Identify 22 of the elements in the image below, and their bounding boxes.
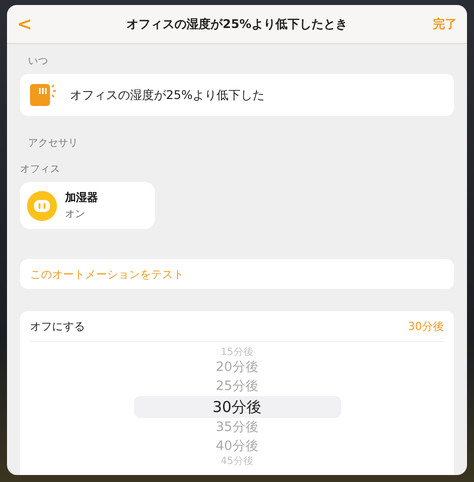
back-button[interactable]: < [17,14,57,34]
picker-option[interactable]: 15分後 [220,347,254,358]
accessory-tile[interactable]: 加湿器 オン [20,182,155,229]
picker-option[interactable]: 25分後 [216,377,258,396]
window-title: オフィスの湿度が25%より低下したとき [126,16,348,32]
test-automation-button[interactable]: このオートメーションをテスト [20,259,454,289]
picker-option[interactable]: 30分後 [134,396,340,418]
section-label: アクセサリ [27,137,79,150]
picker-option[interactable]: 35分後 [216,418,258,437]
turn-off-label: オフにする [30,318,85,334]
humidifier-sensor-icon [30,84,58,106]
picker-option[interactable]: 45分後 [220,456,254,467]
section-label: いつ [27,55,49,68]
delay-value[interactable]: 30分後 [408,318,444,334]
trigger-label: オフィスの湿度が25%より低下した [70,86,265,104]
picker-option[interactable]: 20分後 [216,358,258,377]
accessory-status: オン [65,208,86,221]
accessory-name: 加湿器 [65,190,98,205]
room-label: オフィス [20,163,61,176]
trigger-row[interactable]: オフィスの湿度が25%より低下した [20,74,454,116]
done-button[interactable]: 完了 [417,16,457,32]
picker-option[interactable]: 40分後 [216,437,258,456]
